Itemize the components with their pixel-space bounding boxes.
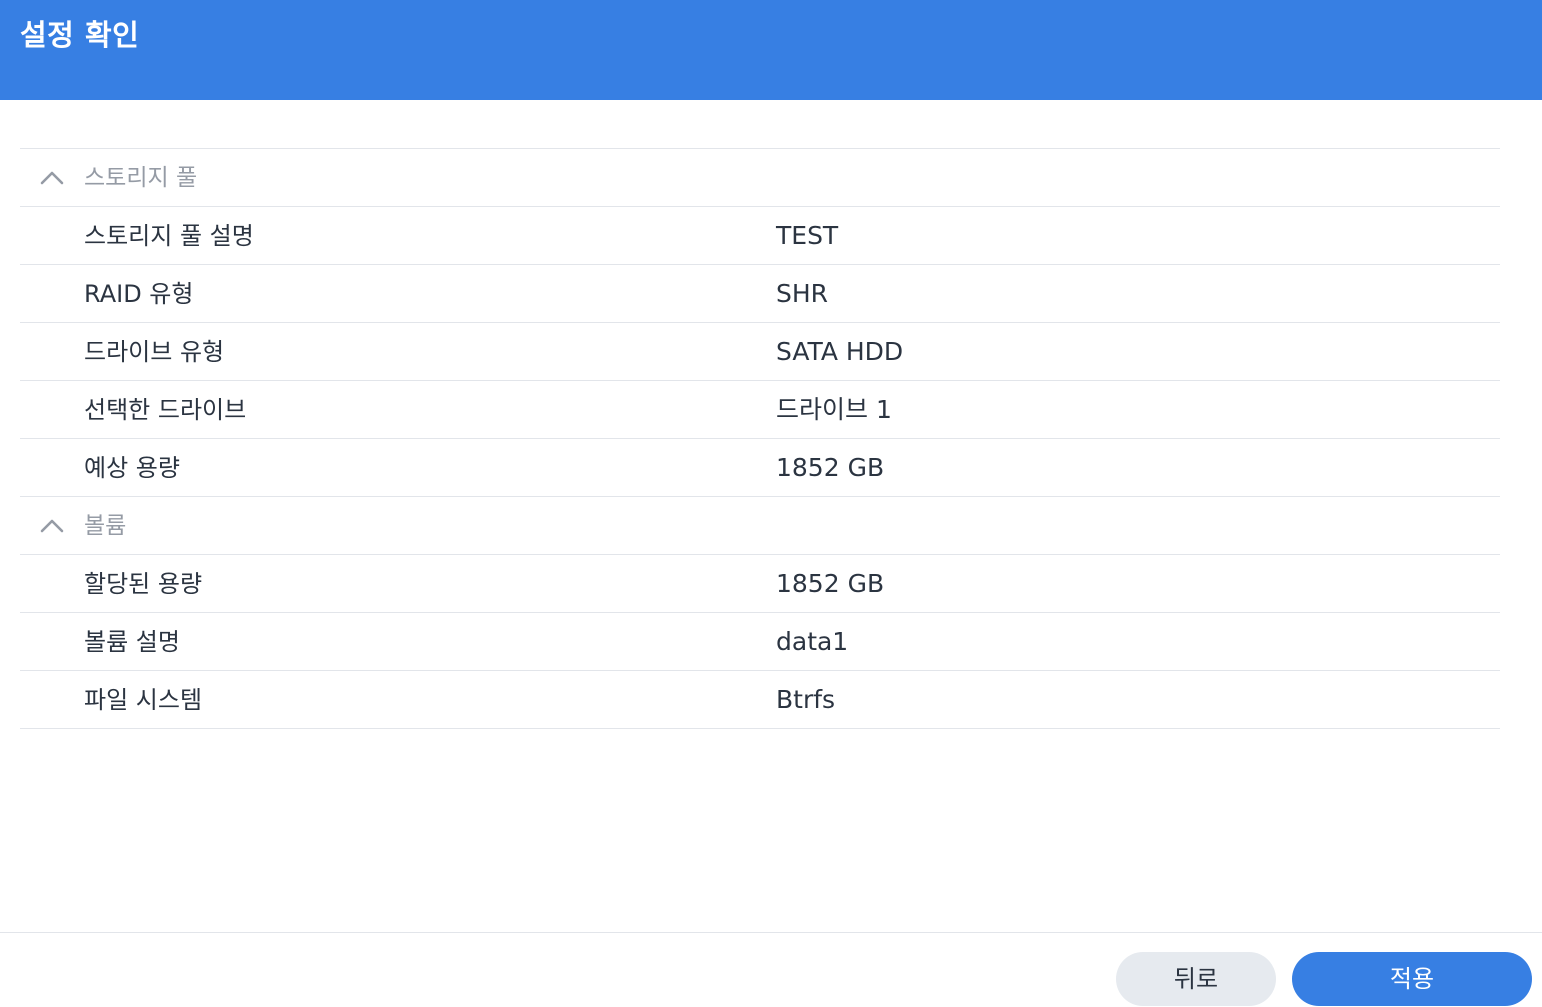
table-row: 드라이브 유형 SATA HDD: [20, 323, 1500, 381]
row-label: 파일 시스템: [84, 686, 203, 714]
chevron-up-icon[interactable]: [40, 518, 64, 534]
table-row: 선택한 드라이브 드라이브 1: [20, 381, 1500, 439]
table-row: 볼륨 설명 data1: [20, 613, 1500, 671]
group-label: 스토리지 풀: [84, 165, 198, 191]
table-row: 스토리지 풀 설명 TEST: [20, 207, 1500, 265]
summary-content: 스토리지 풀 스토리지 풀 설명 TEST RAID 유형 SHR 드라이브 유…: [20, 148, 1500, 729]
row-value: 1852 GB: [776, 453, 885, 482]
table-row: RAID 유형 SHR: [20, 265, 1500, 323]
dialog-header: 설정 확인: [0, 0, 1542, 100]
row-value: SATA HDD: [776, 337, 904, 366]
table-row: 파일 시스템 Btrfs: [20, 671, 1500, 729]
table-row: 예상 용량 1852 GB: [20, 439, 1500, 497]
row-label: RAID 유형: [84, 280, 194, 308]
row-label: 드라이브 유형: [84, 338, 225, 366]
row-label: 할당된 용량: [84, 570, 203, 598]
row-value: SHR: [776, 279, 829, 308]
row-label: 예상 용량: [84, 454, 180, 482]
back-button[interactable]: 뒤로: [1116, 952, 1276, 1006]
row-value: TEST: [776, 221, 839, 250]
table-row: 할당된 용량 1852 GB: [20, 555, 1500, 613]
group-label: 볼륨: [84, 513, 127, 539]
row-label: 스토리지 풀 설명: [84, 222, 254, 250]
dialog-title: 설정 확인: [20, 18, 140, 52]
apply-button[interactable]: 적용: [1292, 952, 1532, 1006]
row-value: data1: [776, 627, 849, 656]
group-header-storage-pool[interactable]: 스토리지 풀: [20, 149, 1500, 207]
summary-table: 스토리지 풀 스토리지 풀 설명 TEST RAID 유형 SHR 드라이브 유…: [20, 148, 1500, 729]
row-label: 선택한 드라이브: [84, 396, 247, 424]
row-label: 볼륨 설명: [84, 628, 180, 656]
row-value: Btrfs: [776, 685, 836, 714]
group-header-volume[interactable]: 볼륨: [20, 497, 1500, 555]
chevron-up-icon[interactable]: [40, 170, 64, 186]
row-value: 1852 GB: [776, 569, 885, 598]
footer-divider: [0, 932, 1542, 933]
row-value: 드라이브 1: [776, 395, 892, 424]
